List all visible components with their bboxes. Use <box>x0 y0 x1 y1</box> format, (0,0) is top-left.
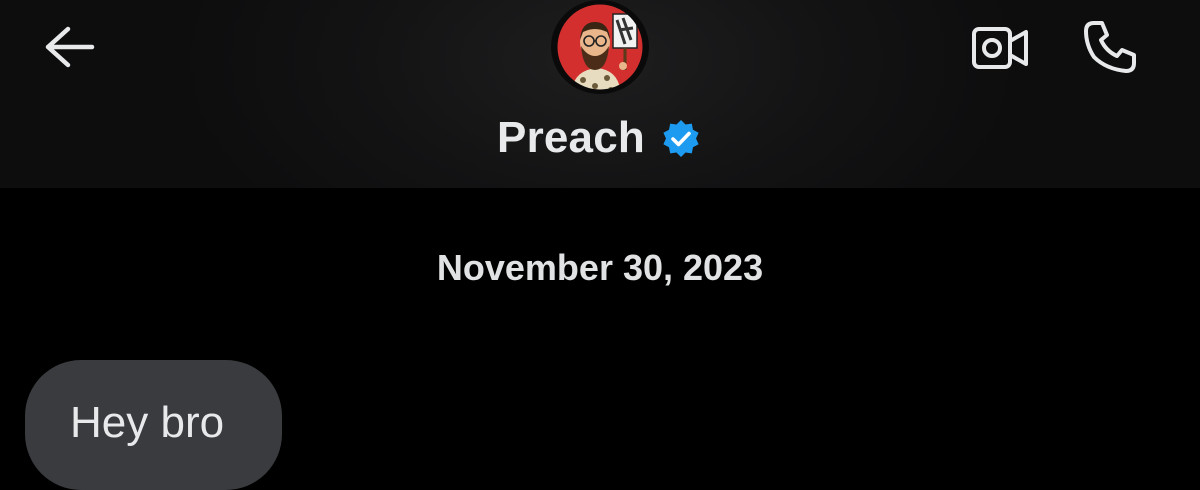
verified-badge-icon <box>659 117 703 161</box>
back-button[interactable] <box>38 22 98 72</box>
message-text: Hey bro <box>70 398 225 447</box>
video-call-button[interactable] <box>966 18 1034 78</box>
arrow-left-icon <box>45 26 95 68</box>
contact-name-row[interactable]: Preach <box>0 108 1200 168</box>
avatar-image <box>554 1 646 93</box>
date-separator: November 30, 2023 <box>436 247 764 288</box>
contact-name: Preach <box>497 113 645 162</box>
contact-avatar[interactable] <box>551 0 649 94</box>
phone-icon <box>1084 21 1136 73</box>
voice-call-button[interactable] <box>1076 14 1144 80</box>
conversation-header: Preach <box>0 0 1200 188</box>
video-camera-icon <box>972 27 1028 69</box>
